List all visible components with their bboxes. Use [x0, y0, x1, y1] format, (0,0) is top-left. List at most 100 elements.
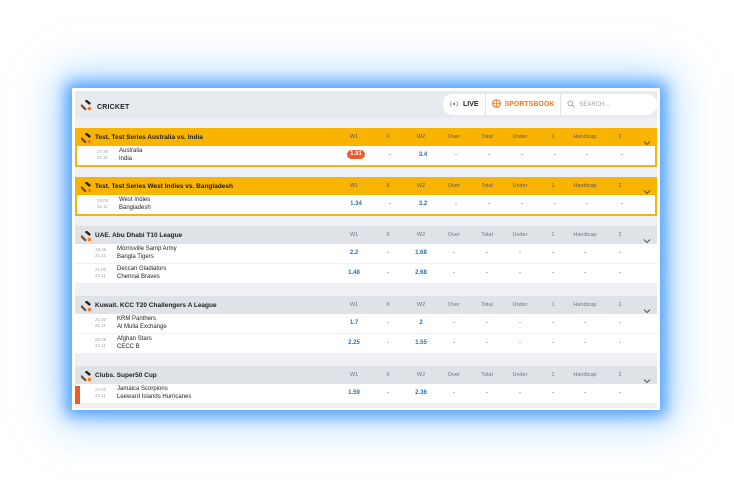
league-name: Test. Test Series West Indies vs. Bangla… — [95, 182, 233, 190]
odds-cell: - — [521, 152, 523, 158]
column-header: Handicap — [573, 372, 597, 378]
column-header: 2 — [618, 134, 622, 140]
promo-tab[interactable] — [75, 386, 80, 404]
odds-cell: - — [387, 390, 389, 396]
match-teams[interactable]: Australia India — [119, 148, 142, 163]
team-away: CECC B — [117, 343, 140, 350]
column-header: Under — [512, 134, 528, 140]
team-away: Al Mulla Exchange — [117, 323, 167, 330]
league-section: Test. Test Series Australia vs. India W1 X… — [75, 128, 657, 167]
odds-cell: - — [521, 201, 523, 207]
match-teams[interactable]: West Indies Bangladesh — [119, 197, 151, 212]
column-header: W1 — [349, 134, 359, 140]
column-header: Handicap — [573, 134, 597, 140]
search-input[interactable]: SEARCH... — [561, 94, 615, 115]
team-away: Leeward Islands Hurricanes — [117, 393, 192, 400]
match-teams[interactable]: Jamaica Scorpions Leeward Islands Hurrica… — [117, 386, 191, 401]
match-row[interactable]: 19:00 22.11 West Indies Bangladesh 1.34 - 3.2 -… — [77, 195, 655, 214]
match-row[interactable]: 00:45 22.11 Afghan Stars CECC B 2.25 - 1.55 - - -… — [75, 333, 657, 353]
tab-live-label: LIVE — [463, 101, 479, 108]
league-header[interactable]: Test. Test Series West Indies vs. Bangla… — [75, 177, 657, 195]
match-row[interactable]: 21:00 21.11 Deccan Gladiators Chennai Brave… — [75, 263, 657, 283]
column-header: W2 — [416, 302, 426, 308]
match-teams[interactable]: Deccan Gladiators Chennai Braves — [117, 266, 166, 281]
odds-cell[interactable]: 2.68 — [406, 270, 436, 276]
odds-cell: - — [586, 201, 588, 207]
match-teams[interactable]: KRM Panthers Al Mulla Exchange — [117, 316, 167, 331]
match-time: 22:00 21.11 — [95, 387, 106, 399]
odds-cell: - — [387, 250, 389, 256]
odds-cell[interactable]: 3.4 — [408, 152, 438, 158]
league-section: Clubs. Super50 Cup W1 X W2 Over Total Under 1 Ha… — [75, 366, 657, 403]
column-header: 2 — [618, 302, 622, 308]
match-date: 21.11 — [95, 393, 106, 398]
odds-cell: - — [584, 340, 586, 346]
league-name: Clubs. Super50 Cup — [95, 371, 157, 379]
odds-cell: - — [486, 340, 488, 346]
match-row[interactable]: 18:45 21.11 Morrisville Samp Army Bangla Ti… — [75, 244, 657, 263]
odds-cell[interactable]: 1.48 — [339, 270, 369, 276]
column-header: W1 — [349, 372, 359, 378]
match-list: 07:30 22.11 Australia India 1.91 - 3.4 - - - - - - — [75, 146, 657, 167]
match-date: 21.11 — [95, 253, 106, 258]
league-name: Kuwait. KCC T20 Challengers A League — [95, 301, 217, 309]
odds-cell: - — [389, 201, 391, 207]
league-name: Test. Test Series Australia vs. India — [95, 133, 203, 141]
column-header: Over — [448, 183, 460, 189]
match-teams[interactable]: Afghan Stars CECC B — [117, 336, 152, 351]
team-home: West Indies — [119, 197, 151, 203]
match-time: 21:00 21.11 — [95, 267, 106, 279]
league-header[interactable]: Kuwait. KCC T20 Challengers A League W1 X W… — [75, 296, 657, 314]
odds-cell: - — [552, 250, 554, 256]
odds-cell: - — [554, 201, 556, 207]
odds-cell: - — [453, 390, 455, 396]
tab-sportsbook[interactable]: SPORTSBOOK — [486, 94, 562, 115]
odds-cell: - — [552, 340, 554, 346]
sport-title: CRICKET — [80, 98, 130, 116]
odds-cell[interactable]: 1.91 — [347, 150, 365, 159]
column-header: W1 — [349, 232, 359, 238]
league-section: UAE. Abu Dhabi T10 League W1 X W2 Over Total U… — [75, 226, 657, 283]
odds-cell[interactable]: 2.2 — [339, 250, 369, 256]
match-row[interactable]: 07:30 22.11 Australia India 1.91 - 3.4 - - - - - - — [77, 146, 655, 165]
league-header[interactable]: Test. Test Series Australia vs. India W1 X… — [75, 128, 657, 146]
match-teams[interactable]: Morrisville Samp Army Bangla Tigers — [117, 246, 177, 261]
match-time: 19:00 22.11 — [97, 198, 108, 210]
odds-cell: - — [455, 152, 457, 158]
odds-cell: - — [584, 320, 586, 326]
odds-cell[interactable]: 3.2 — [408, 201, 438, 207]
column-header: 1 — [551, 372, 555, 378]
odds-cell[interactable]: 1.68 — [406, 250, 436, 256]
column-header: X — [386, 302, 390, 308]
odds-cell: - — [455, 201, 457, 207]
odds-cell: - — [453, 250, 455, 256]
sportsbook-panel: CRICKET LIVE SPORTSBOOK SEARCH... Test. … — [75, 91, 657, 408]
tab-live[interactable]: LIVE — [443, 94, 486, 115]
column-header: Total — [481, 134, 493, 140]
odds-cell[interactable]: 1.55 — [406, 340, 436, 346]
column-header: Handicap — [573, 183, 597, 189]
column-header: 2 — [618, 232, 622, 238]
match-time: 07:30 22.11 — [97, 149, 108, 161]
team-home: Deccan Gladiators — [117, 266, 167, 272]
cricket-icon — [80, 98, 92, 116]
top-bar: CRICKET LIVE SPORTSBOOK SEARCH... — [75, 91, 657, 118]
odds-cell: - — [619, 320, 621, 326]
odds-cell[interactable]: 1.59 — [339, 390, 369, 396]
odds-cell: - — [621, 201, 623, 207]
match-row[interactable]: 22:00 21.11 Jamaica Scorpions Leeward Islan… — [75, 384, 657, 403]
odds-cell[interactable]: 2 — [406, 320, 436, 326]
column-header: W2 — [416, 183, 426, 189]
team-home: Morrisville Samp Army — [117, 246, 177, 252]
column-header: 2 — [618, 372, 622, 378]
odds-cell[interactable]: 1.34 — [341, 201, 371, 207]
match-row[interactable]: 21:30 21.11 KRM Panthers Al Mulla Exchange 1… — [75, 314, 657, 333]
league-header[interactable]: Clubs. Super50 Cup W1 X W2 Over Total Under 1 Ha… — [75, 366, 657, 384]
odds-cell: - — [584, 270, 586, 276]
column-header: W2 — [416, 372, 426, 378]
league-header[interactable]: UAE. Abu Dhabi T10 League W1 X W2 Over Total U… — [75, 226, 657, 244]
odds-cell[interactable]: 1.7 — [339, 320, 369, 326]
odds-cell[interactable]: 2.36 — [406, 390, 436, 396]
odds-cell[interactable]: 2.25 — [339, 340, 369, 346]
odds-cell: - — [488, 201, 490, 207]
